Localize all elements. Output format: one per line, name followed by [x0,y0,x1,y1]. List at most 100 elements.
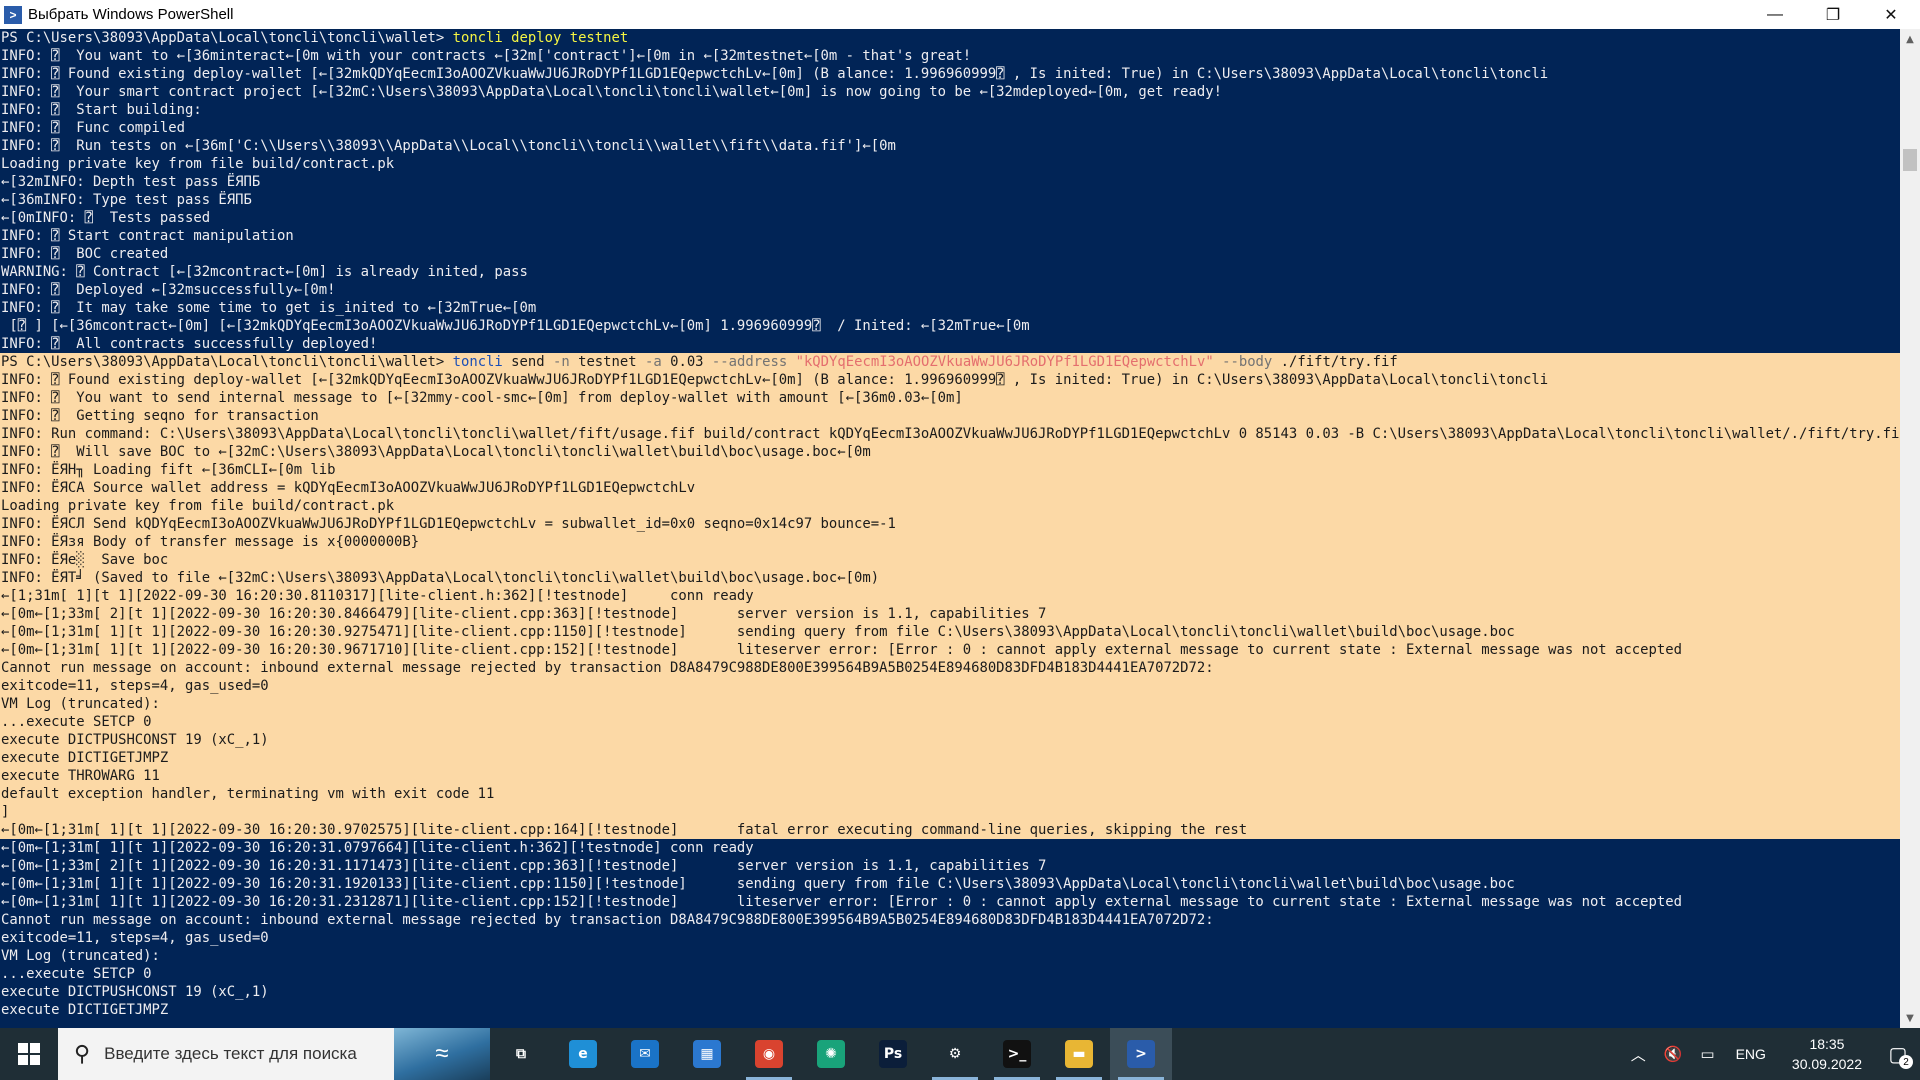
console-line: INFO: ⍰ Will save BOC to ←[32mC:\Users\3… [0,443,1900,461]
console-text: ←[1;31m[ 1][t 1][2022-09-30 16:20:30.811… [1,588,754,604]
show-hidden-icons-chevron-icon[interactable]: ︿ [1622,1044,1655,1065]
console-line: exitcode=11, steps=4, gas_used=0 [0,929,1900,947]
taskbar-apps: ⧉ e ✉ ▦ ◉ ✺ Ps ⚙ >_ ▬ > [490,1028,1172,1080]
console-text: PS C:\Users\38093\AppData\Local\toncli\t… [1,354,453,370]
console-text: ←[0m←[1;31m[ 1][t 1][2022-09-30 16:20:31… [1,876,1515,892]
console-line: INFO: ⍰ Your smart contract project [←[3… [0,83,1900,101]
console-line: Cannot run message on account: inbound e… [0,659,1900,677]
taskbar-app-mail[interactable]: ✉ [614,1028,676,1080]
taskbar-app-chatgpt[interactable]: ✺ [800,1028,862,1080]
console-line: ←[0m←[1;33m[ 2][t 1][2022-09-30 16:20:30… [0,605,1900,623]
console-text: INFO: ⍰ Deployed ←[32msuccessfully←[0m! [1,282,336,298]
taskbar-app-explorer[interactable]: ▬ [1048,1028,1110,1080]
scroll-up-arrow-icon[interactable]: ▲ [1900,29,1920,49]
console-text: -n [552,354,570,370]
console-text: execute THROWARG 11 [1,768,160,784]
console-text: INFO: ЁЯН╖ Loading fift ←[36mCLI←[0m lib [1,462,336,478]
taskbar-app-photoshop[interactable]: Ps [862,1028,924,1080]
console-line: Loading private key from file build/cont… [0,497,1900,515]
taskbar-app-store[interactable]: ▦ [676,1028,738,1080]
console-text: exitcode=11, steps=4, gas_used=0 [1,678,269,694]
taskbar-app-chrome[interactable]: ◉ [738,1028,800,1080]
console-line: ...execute SETCP 0 [0,713,1900,731]
battery-icon[interactable]: ▭ [1691,1045,1723,1063]
start-button[interactable] [0,1028,58,1080]
console-text: ←[32mINFO: Depth test pass ЁЯПБ [1,174,261,190]
console-text: ←[0m←[1;31m[ 1][t 1][2022-09-30 16:20:31… [1,840,754,856]
console-line: Cannot run message on account: inbound e… [0,911,1900,929]
console-text: ←[0m←[1;33m[ 2][t 1][2022-09-30 16:20:31… [1,858,1047,874]
console-text: INFO: ⍰ Will save BOC to ←[32mC:\Users\3… [1,444,871,460]
console-line: INFO: ⍰ Getting seqno for transaction [0,407,1900,425]
console-line: default exception handler, terminating v… [0,785,1900,803]
console-text: -a [645,354,662,370]
console-line: execute DICTIGETJMPZ [0,1001,1900,1019]
scroll-down-arrow-icon[interactable]: ▼ [1900,1008,1920,1028]
taskbar-app-settings[interactable]: ⚙ [924,1028,986,1080]
console-text: ←[0m←[1;31m[ 1][t 1][2022-09-30 16:20:30… [1,624,1515,640]
console-text: toncli [452,30,503,46]
console-text: exitcode=11, steps=4, gas_used=0 [1,930,269,946]
console-line: ←[0m←[1;31m[ 1][t 1][2022-09-30 16:20:30… [0,821,1900,839]
minimize-button[interactable]: — [1746,0,1804,29]
action-center-button[interactable]: ▢ 2 [1876,1028,1920,1080]
console-line: PS C:\Users\38093\AppData\Local\toncli\t… [0,353,1900,371]
console-line: INFO: ⍰ All contracts successfully deplo… [0,335,1900,353]
scrollbar-thumb[interactable] [1903,149,1917,171]
console-line: ←[0m←[1;31m[ 1][t 1][2022-09-30 16:20:30… [0,623,1900,641]
chrome-icon: ◉ [755,1040,783,1068]
terminal-icon: >_ [1003,1040,1031,1068]
input-language[interactable]: ENG [1724,1046,1778,1062]
console-line: INFO: ⍰ You want to send internal messag… [0,389,1900,407]
console-text: execute DICTIGETJMPZ [1,750,169,766]
console-text: ←[0m←[1;33m[ 2][t 1][2022-09-30 16:20:30… [1,606,1047,622]
console-line: PS C:\Users\38093\AppData\Local\toncli\t… [0,29,1900,47]
taskbar-app-terminal[interactable]: >_ [986,1028,1048,1080]
console-text: INFO: ⍰ Start building: [1,102,202,118]
taskbar-search[interactable]: ⚲ Введите здесь текст для поиска ≈ [58,1028,490,1080]
title-bar[interactable]: > Выбрать Windows PowerShell — ❐ ✕ [0,0,1920,29]
console-text: execute DICTPUSHCONST 19 (xC_,1) [1,984,269,1000]
console-text: INFO: ⍰ Getting seqno for transaction [1,408,319,424]
explorer-icon: ▬ [1065,1040,1093,1068]
console-text: testnet [569,354,645,370]
console-text: VM Log (truncated): [1,948,160,964]
console-line: INFO: ЁЯН╖ Loading fift ←[36mCLI←[0m lib [0,461,1900,479]
window-title: Выбрать Windows PowerShell [28,6,234,23]
powershell-icon: > [4,5,22,24]
console-line: INFO: ЁЯСЛ Send kQDYqEecmI3oAOOZVkuaWwJU… [0,515,1900,533]
console-text: execute DICTIGETJMPZ [1,1002,169,1018]
mail-icon: ✉ [631,1040,659,1068]
console-line: INFO: Run command: C:\Users\38093\AppDat… [0,425,1900,443]
console-text: INFO: ⍰ Func compiled [1,120,185,136]
console-line: ←[0m←[1;31m[ 1][t 1][2022-09-30 16:20:31… [0,839,1900,857]
console-text: default exception handler, terminating v… [1,786,495,802]
volume-muted-icon[interactable]: 🔇 [1655,1045,1692,1063]
console-line: execute DICTPUSHCONST 19 (xC_,1) [0,731,1900,749]
console-line: ←[0m←[1;31m[ 1][t 1][2022-09-30 16:20:31… [0,875,1900,893]
console-text: INFO: ⍰ Found existing deploy-wallet [←[… [1,372,1549,388]
console-line: execute DICTPUSHCONST 19 (xC_,1) [0,983,1900,1001]
console-text: "kQDYqEecmI3oAOOZVkuaWwJU6JRoDYPf1LGD1EQ… [795,354,1214,370]
console-text: INFO: ⍰ You want to send internal messag… [1,390,963,406]
taskbar-app-task-view[interactable]: ⧉ [490,1028,552,1080]
search-highlight-whale-icon[interactable]: ≈ [394,1028,490,1080]
close-button[interactable]: ✕ [1862,0,1920,29]
photoshop-icon: Ps [879,1040,907,1068]
vertical-scrollbar[interactable]: ▲ ▼ [1900,29,1920,1028]
console-text: Cannot run message on account: inbound e… [1,912,1214,928]
taskbar-app-edge[interactable]: e [552,1028,614,1080]
console-output[interactable]: PS C:\Users\38093\AppData\Local\toncli\t… [0,29,1900,1028]
taskbar: ⚲ Введите здесь текст для поиска ≈ ⧉ e ✉ ▦ ◉… [0,1028,1920,1080]
clock[interactable]: 18:35 30.09.2022 [1778,1034,1876,1074]
maximize-button[interactable]: ❐ [1804,0,1862,29]
edge-icon: e [569,1040,597,1068]
console-text: INFO: ⍰ BOC created [1,246,169,262]
console-text: WARNING: ⍰ Contract [←[32mcontract←[0m] … [1,264,528,280]
console-line: INFO: ЁЯТ╛ (Saved to file ←[32mC:\Users\… [0,569,1900,587]
clock-date: 30.09.2022 [1791,1056,1862,1072]
taskbar-app-powershell[interactable]: > [1110,1028,1172,1080]
console-line: VM Log (truncated): [0,695,1900,713]
console-text: VM Log (truncated): [1,696,160,712]
